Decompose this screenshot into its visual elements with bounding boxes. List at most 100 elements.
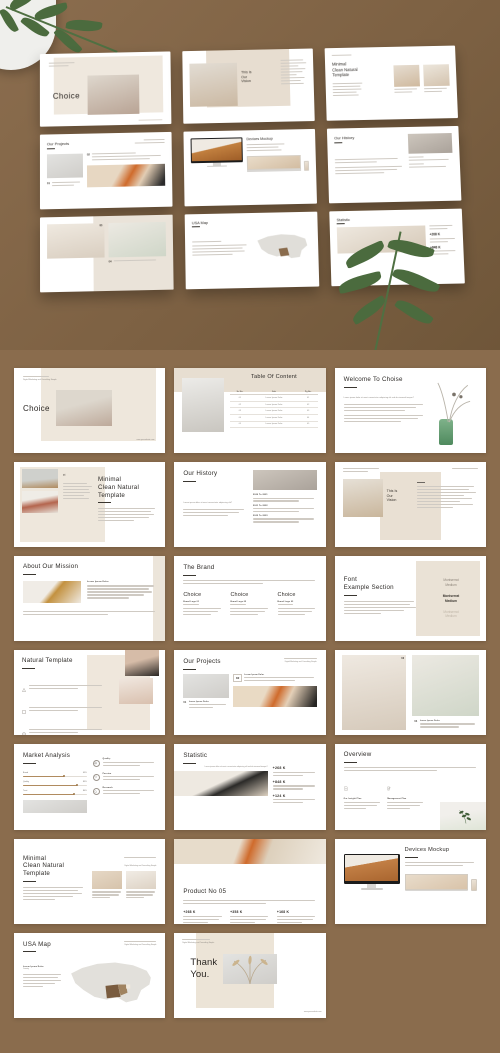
slide-natural-template[interactable]: Natural Template — [14, 650, 166, 736]
natural-feature-list — [22, 679, 108, 736]
gallery-number-03: 03 — [401, 657, 405, 661]
slide-our-vision[interactable]: This Is Our Vision — [334, 462, 486, 548]
table-row: 05 Lorem Ipsum Dolor 05 — [230, 421, 318, 429]
quote-mark: “ — [63, 474, 66, 481]
project-number-02: 02 — [233, 674, 242, 683]
list-item: +124 K — [272, 794, 317, 804]
list-item: 2020 To 2021 — [253, 494, 317, 502]
font-sample-light: Montserrat Medium — [443, 578, 459, 588]
minimal-title: Minimal Clean Natural Template — [23, 854, 65, 878]
list-item: +358 K — [230, 910, 270, 924]
cover-subkicker: Digital Marketing and Consulting Simple — [23, 378, 57, 381]
slide-cover[interactable]: Digital Marketing and Consulting Simple … — [14, 368, 166, 454]
list-item: 2021 To 2022 — [253, 505, 317, 513]
slider-track[interactable] — [23, 774, 87, 777]
slide-usa-map[interactable]: USA Map Digital Marketing and Consulting… — [14, 932, 166, 1018]
hero-gallery-badge-04: 04 — [108, 259, 112, 263]
projects-subkicker: Digital Marketing and Consulting Simple — [284, 661, 317, 664]
slide-our-projects[interactable]: Our Projects Digital Marketing and Consu… — [174, 650, 326, 736]
hero-slide-history[interactable]: Our History — [326, 126, 462, 203]
usa-map-graphic — [67, 957, 156, 1012]
vision-title: This Is Our Vision — [386, 489, 398, 503]
hero-devices-title: Devices Mockup — [246, 136, 273, 142]
slider-track[interactable] — [23, 792, 87, 796]
hero-statistic-title: Statistic — [336, 217, 350, 222]
hero-slide-gallery[interactable]: 03 04 — [39, 214, 174, 293]
hero-history-title: Our History — [334, 135, 355, 141]
usamap-sublabel: Country — [23, 968, 29, 971]
list-item — [22, 723, 108, 736]
hero-slide-vision[interactable]: This Is Our Vision — [182, 48, 315, 124]
hero-slide-usamap[interactable]: USA Map — [184, 211, 320, 290]
thanks-subkicker: Digital Marketing and Consulting Simple — [182, 941, 215, 944]
table-row: 04 Lorem Ipsum Dolor 04 — [230, 414, 318, 422]
brand-title: The Brand — [183, 564, 215, 572]
slide-about-our-mission[interactable]: About Our Mission Lorem Ipsum Dolor — [14, 556, 166, 642]
statistic-lead: Lorem ipsum dolor sit amet consectetur a… — [204, 766, 268, 769]
square-icon — [22, 701, 26, 719]
hero-project-badge-01: 01 — [46, 181, 50, 185]
thank-you-title: Thank You. — [190, 957, 218, 980]
hero-usamap-title: USA Map — [191, 220, 208, 225]
hero-project-badge-02: 02 — [86, 153, 90, 157]
usamap-subkicker: Digital Marketing and Consulting Simple — [124, 943, 157, 946]
welcome-lead: Lorem ipsum dolor sit amet consectetur a… — [343, 396, 414, 399]
font-sample-faint: Montserrat Medium — [443, 609, 459, 619]
brand-column: Choice Brand Logo 03 — [277, 592, 317, 617]
milestone-list: 2020 To 2021 2021 To 2022 2022 To 2023 — [253, 494, 317, 523]
quote-slide-title: Minimal Clean Natural Template — [98, 476, 140, 499]
slide-gallery[interactable]: 03 04 Lorem Ipsum Dolor — [334, 650, 486, 736]
list-item: +848 K — [272, 780, 317, 790]
list-item: Quality — [92, 758, 157, 767]
slide-quote-minimal[interactable]: “ Minimal Clean Natural Template — [14, 462, 166, 548]
product-title: Product No 05 — [183, 888, 227, 896]
hero-slide-projects[interactable]: Our Projects 01 02 — [39, 132, 173, 209]
toc-title: Table Of Content — [251, 374, 297, 380]
list-item: 2022 To 2023 — [253, 515, 317, 523]
list-item: Our Insight Plan — [343, 778, 382, 811]
slide-product-no-05[interactable]: Product No 05 +268 K +358 K +168 K — [174, 838, 326, 924]
circle-slash-icon — [22, 723, 26, 736]
slider-track[interactable] — [23, 783, 87, 787]
devices-title: Devices Mockup — [404, 846, 450, 853]
mission-title: About Our Mission — [23, 563, 79, 571]
statistic-list: +268 K +848 K +124 K — [272, 766, 317, 805]
slide-overview[interactable]: Overview Our Insight Plan Management Pla… — [334, 744, 486, 830]
list-item: Research — [92, 787, 157, 796]
market-bar-list: Brand 65% Quality 85% Trust 80% — [23, 772, 87, 796]
hero-vision-title: This Is Our Vision — [241, 70, 252, 84]
slide-market-analysis[interactable]: Market Analysis Brand 65% Quality 85% Tr… — [14, 744, 166, 830]
slide-devices-mockup[interactable]: Devices Mockup — [334, 838, 486, 924]
minimal-subkicker: Digital Marketing and Consulting Simple — [124, 864, 157, 867]
slide-table-of-content[interactable]: Table Of Content Sr. No. Sub Pg No. 01 Lo… — [174, 368, 326, 454]
progress-bar-row: Trust 80% — [23, 790, 87, 796]
mission-label: Lorem Ipsum Dolor — [87, 580, 109, 583]
history-lead: Lorem ipsum dolor sit amet consectetur a… — [183, 501, 233, 504]
hero-slide-devices[interactable]: Devices Mockup — [183, 129, 317, 206]
project-number-01: 01 — [183, 701, 187, 705]
slide-the-brand[interactable]: The Brand Choice Brand Logo 01 Choice Br… — [174, 556, 326, 642]
thumbs-up-icon — [92, 759, 100, 767]
table-row: 02 Lorem Ipsum Dolor 02 — [230, 401, 318, 409]
hero-projects-title: Our Projects — [46, 141, 70, 147]
slide-font-example[interactable]: Font Example Section Montserrat Medium M… — [334, 556, 486, 642]
document-icon — [344, 778, 348, 795]
usamap-title: USA Map — [23, 940, 51, 948]
table-row: 03 Lorem Ipsum Dolor 03 — [230, 407, 318, 415]
list-item — [22, 701, 108, 719]
laptop-mockup — [404, 873, 468, 891]
slide-statistic[interactable]: Statistic Lorem ipsum dolor sit amet con… — [174, 744, 326, 830]
hero-gallery-badge-03: 03 — [99, 223, 103, 227]
hero-slide-cover[interactable]: Choice — [39, 51, 172, 127]
slide-welcome[interactable]: Welcome To Choise Lorem ipsum dolor sit … — [334, 368, 486, 454]
thanks-footer: www.yourwebsite.com — [303, 1010, 322, 1013]
olive-branch-bottom-right — [320, 230, 480, 350]
slide-thank-you[interactable]: Digital Marketing and Consulting Simple … — [174, 932, 326, 1018]
slide-minimal-clean[interactable]: Minimal Clean Natural Template Digital M… — [14, 838, 166, 924]
hero-slide-minimal[interactable]: Minimal Clean Natural Template — [324, 45, 459, 122]
list-item: +168 K — [276, 910, 317, 924]
search-icon — [92, 787, 100, 795]
slide-our-history[interactable]: Our History Lorem ipsum dolor sit amet c… — [174, 462, 326, 548]
overview-title: Overview — [343, 751, 372, 759]
heart-icon — [92, 773, 100, 781]
